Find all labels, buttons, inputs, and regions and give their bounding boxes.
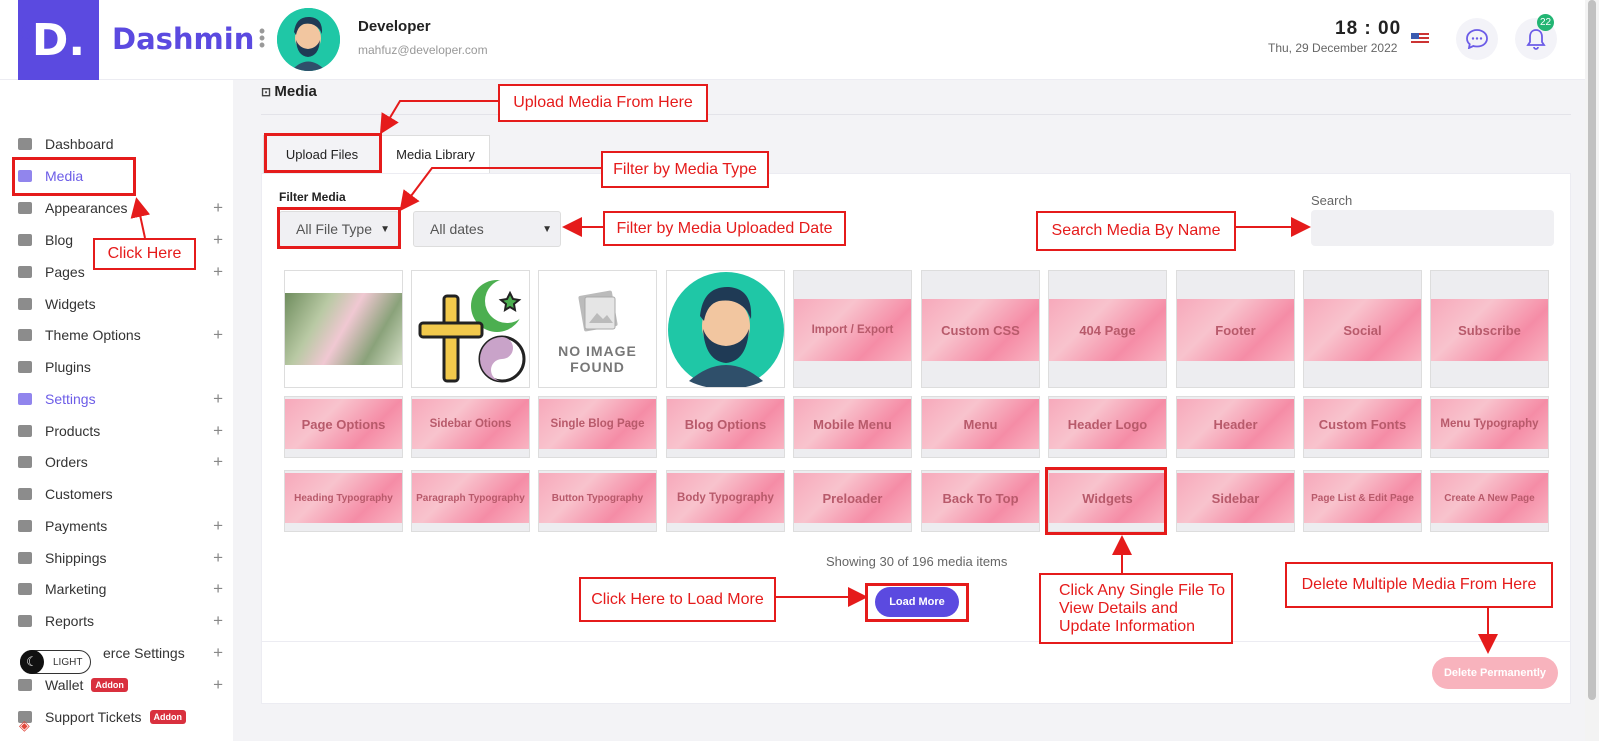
media-item-highlight xyxy=(12,157,136,196)
widgets-tile-highlight xyxy=(1045,467,1167,535)
annotation-single-file: Click Any Single File To View Details an… xyxy=(1039,573,1233,644)
type-filter-highlight xyxy=(277,207,401,249)
load-more-highlight xyxy=(865,583,969,622)
annotation-search: Search Media By Name xyxy=(1036,211,1236,251)
annotation-upload: Upload Media From Here xyxy=(498,84,708,122)
annotation-load-more: Click Here to Load More xyxy=(579,577,776,622)
annotation-filter-date: Filter by Media Uploaded Date xyxy=(603,211,846,246)
annotation-click-here: Click Here xyxy=(93,238,196,270)
annotation-delete: Delete Multiple Media From Here xyxy=(1285,562,1553,608)
annotation-arrows xyxy=(130,100,1498,654)
upload-tab-highlight xyxy=(264,133,382,173)
annotation-filter-type: Filter by Media Type xyxy=(601,151,769,188)
